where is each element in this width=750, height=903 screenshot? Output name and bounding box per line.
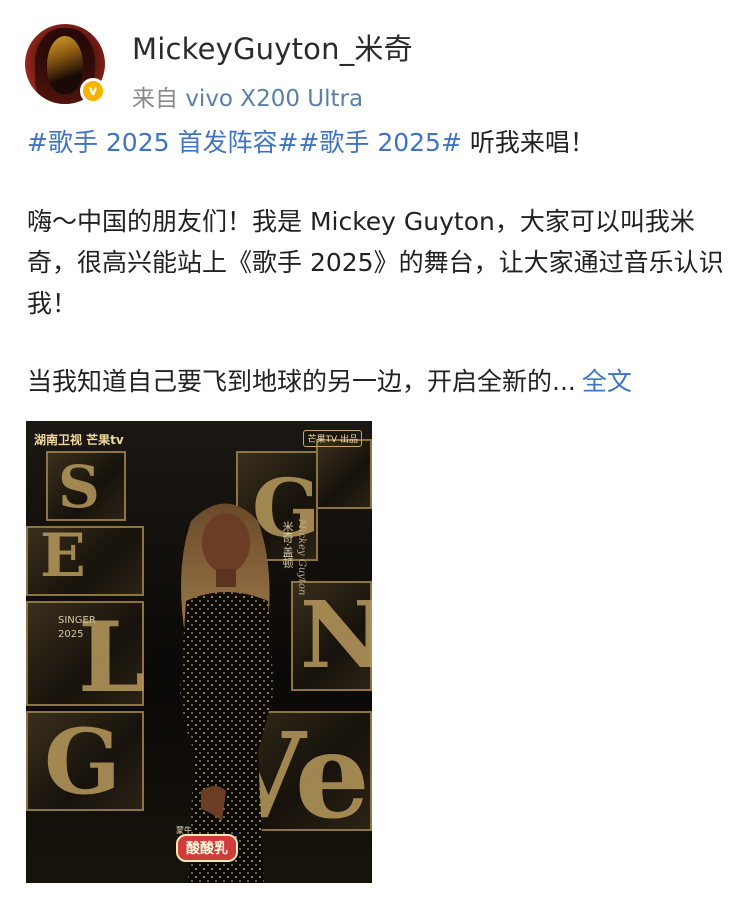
poster-tile-letter: S [58,453,100,521]
hashtag-tail-text: 听我来唱！ [461,128,595,157]
post-source: 来自 vivo X200 Ultra [132,79,363,113]
poster-singer-label: SINGER 2025 [58,614,96,642]
poster-image[interactable]: G S E L G N Ve 湖南卫视 芒果tv 芒果TV 出品 SINGER … [26,421,372,883]
poster-singer-label-line2: 2025 [58,629,84,640]
poster-producer-logo: 芒果TV 出品 [303,430,362,447]
post-paragraph-1: 嗨～中国的朋友们！我是 Mickey Guyton，大家可以叫我米奇，很高兴能站… [27,207,724,318]
hashtag-line: #歌手 2025 首发阵容##歌手 2025# 听我来唱！ [27,122,727,163]
poster-name-cn: 米奇·盖顿 [281,521,294,569]
poster-tile [316,439,372,509]
post-paragraph-2-text: 当我知道自己要飞到地球的另一边，开启全新的... [27,367,576,396]
source-prefix: 来自 [132,86,178,112]
poster-broadcaster-logo: 湖南卫视 芒果tv [34,433,124,447]
read-more-link[interactable]: 全文 [582,367,632,396]
post-paragraph-2: 当我知道自己要飞到地球的另一边，开启全新的... 全文 [27,361,727,402]
poster-tile-letter: G [44,709,121,815]
poster-name-en: Mickey Guyton [296,519,307,596]
verified-badge-icon: v [80,78,106,104]
poster-sponsor-logo: 酸酸乳 [176,834,238,862]
source-device[interactable]: vivo X200 Ultra [185,86,363,112]
poster-tile-letter: E [40,521,86,591]
hashtag-link-2[interactable]: #歌手 2025# [298,128,461,157]
weibo-post: v MickeyGuyton_米奇 来自 vivo X200 Ultra #歌手… [0,0,750,903]
avatar-face [47,36,83,94]
hashtag-link-1[interactable]: #歌手 2025 首发阵容# [27,128,298,157]
poster-tile-letter: N [300,581,372,689]
username[interactable]: MickeyGuyton_米奇 [132,26,413,68]
poster-singer-label-line1: SINGER [58,615,96,626]
